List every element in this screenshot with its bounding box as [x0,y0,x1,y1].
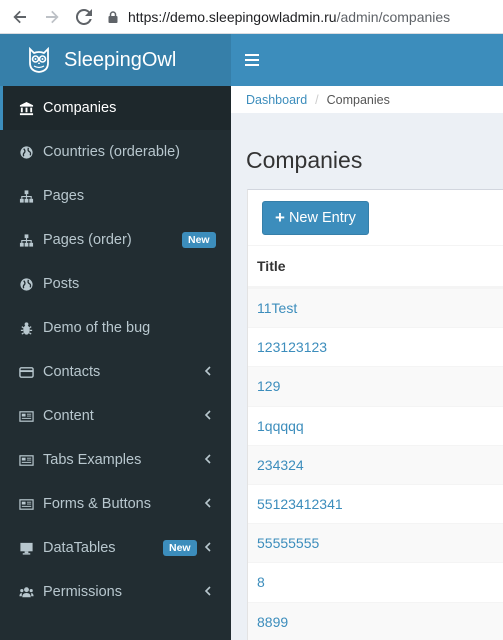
chevron-left-icon [204,542,211,552]
chevron-left-icon [204,454,211,464]
url-path: /admin/companies [336,8,451,25]
sidebar-item-content[interactable]: Content [0,394,231,438]
desktop-icon [18,540,34,556]
sidebar-item-countries[interactable]: Countries (orderable) [0,130,231,174]
table-row[interactable]: 8899 [248,601,503,640]
sitemap-icon [18,232,34,248]
sitemap-icon [18,188,34,204]
sidebar-item-label: Tabs Examples [43,452,142,468]
page-title: Companies [246,147,363,173]
back-button[interactable] [8,5,32,29]
sidebar-item-label: Permissions [43,584,122,600]
reload-button[interactable] [72,5,96,29]
sidebar-item-companies[interactable]: Companies [0,86,231,130]
sidebar-item-label: Companies [43,100,117,116]
browser-toolbar: https://demo.sleepingowladmin.ru/admin/c… [0,0,503,34]
sidebar-item-label: Posts [43,276,80,292]
forward-button[interactable] [40,5,64,29]
breadcrumb-current: Companies [326,92,390,107]
companies-table-box: + New Entry Title 11Test 123123123 129 1… [247,189,503,640]
chevron-left-icon [204,498,211,508]
newspaper-icon [18,496,34,512]
url-host: https://demo.sleepingowladmin.ru [128,8,337,25]
new-badge: New [182,232,216,248]
chevron-left-icon [204,586,211,596]
breadcrumb-separator: / [315,92,319,107]
reload-icon [76,8,92,25]
breadcrumb-dashboard-link[interactable]: Dashboard [246,93,307,107]
owl-icon [29,47,49,73]
newspaper-icon [18,408,34,424]
brand-logo[interactable]: SleepingOwl [0,34,231,86]
sidebar-item-posts[interactable]: Posts [0,262,231,306]
sidebar-item-permissions[interactable]: Permissions [0,570,231,614]
table-row[interactable]: 123123123 [248,327,503,366]
sidebar-item-label: Contacts [43,364,101,380]
new-badge: New [163,540,197,556]
credit-card-icon [18,364,34,380]
table-row[interactable]: 1qqqqq [248,405,503,445]
sidebar-item-pages[interactable]: Pages [0,174,231,218]
address-bar[interactable]: https://demo.sleepingowladmin.ru/admin/c… [106,4,503,30]
sidebar-item-demo-bug[interactable]: Demo of the bug [0,306,231,350]
sidebar: SleepingOwl Companies Countries (orderab… [0,34,231,640]
sidebar-toggle-icon[interactable] [245,54,259,66]
lock-icon [108,10,118,23]
table-row[interactable]: 129 [248,366,503,406]
box-header: + New Entry [248,190,503,246]
table-row[interactable]: 55123412341 [248,483,503,523]
sidebar-item-label: Forms & Buttons [43,496,151,512]
chevron-left-icon [204,410,211,420]
table-row[interactable]: 55555555 [248,523,503,563]
plus-icon: + [275,207,285,227]
column-header-title[interactable]: Title [248,246,503,288]
arrow-right-icon [46,10,59,23]
sidebar-item-tabs-examples[interactable]: Tabs Examples [0,438,231,482]
sidebar-item-pages-order[interactable]: Pages (order) New [0,218,231,262]
table-row[interactable]: 8 [248,562,503,601]
table-row[interactable]: 234324 [248,444,503,484]
new-entry-button[interactable]: + New Entry [262,200,369,235]
breadcrumb: Dashboard / Companies [231,86,503,113]
sidebar-item-forms-buttons[interactable]: Forms & Buttons [0,482,231,526]
sidebar-item-label: Demo of the bug [43,320,151,336]
globe-icon [18,144,34,160]
table-row[interactable]: 11Test [248,288,503,328]
brand-name: SleepingOwl [64,48,177,71]
sidebar-item-label: Pages (order) [43,232,132,248]
users-icon [18,584,34,600]
sidebar-item-datatables[interactable]: DataTables New [0,526,231,570]
sidebar-item-label: DataTables [43,540,116,556]
bank-icon [18,100,34,116]
sidebar-item-contacts[interactable]: Contacts [0,350,231,394]
new-entry-label: New Entry [288,209,356,226]
newspaper-icon [18,452,34,468]
globe-icon [18,276,34,292]
sidebar-item-label: Content [43,408,94,424]
arrow-left-icon [13,10,26,23]
sidebar-item-label: Pages [43,188,85,204]
chevron-left-icon [204,366,211,376]
top-navbar [231,34,503,86]
sidebar-item-label: Countries (orderable) [43,144,181,160]
bug-icon [18,320,34,336]
